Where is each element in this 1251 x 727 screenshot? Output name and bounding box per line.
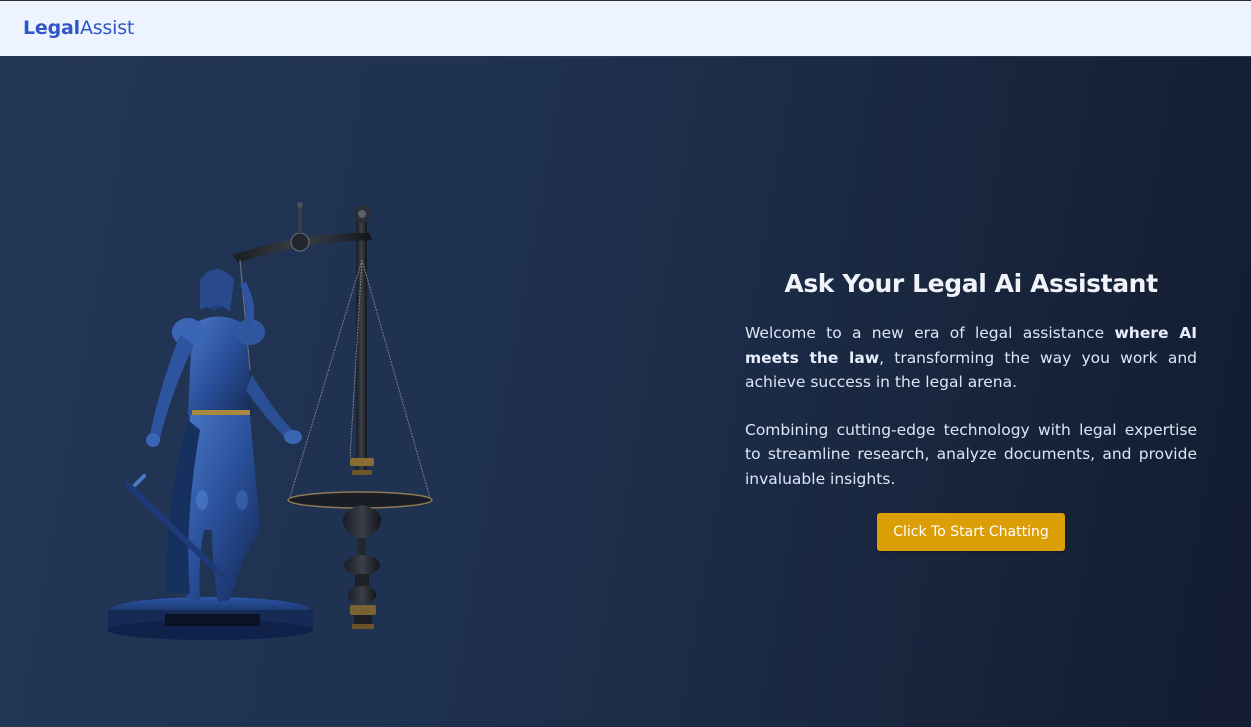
brand-name-part2: Assist	[79, 17, 135, 39]
top-navbar: LegalAssist	[0, 0, 1251, 57]
hero-intro-paragraph: Welcome to a new era of legal assistance…	[745, 321, 1197, 395]
lady-justice-illustration	[107, 202, 433, 640]
hero-section: Ask Your Legal Ai Assistant Welcome to a…	[0, 57, 1251, 727]
lady-justice-figure	[125, 269, 302, 602]
intro-text-start: Welcome to a new era of legal assistance	[745, 324, 1115, 342]
hero-description-paragraph: Combining cutting-edge technology with l…	[745, 420, 1197, 488]
hero-title: Ask Your Legal Ai Assistant	[784, 269, 1158, 298]
scale-stand	[233, 202, 433, 629]
brand-logo-link[interactable]: LegalAssist	[23, 17, 134, 39]
statue-base	[107, 597, 313, 640]
cta-container: Click To Start Chatting	[745, 513, 1197, 551]
start-chatting-button[interactable]: Click To Start Chatting	[877, 513, 1065, 551]
brand-name-part1: Legal	[23, 17, 80, 39]
hero-content: Ask Your Legal Ai Assistant Welcome to a…	[745, 269, 1197, 551]
